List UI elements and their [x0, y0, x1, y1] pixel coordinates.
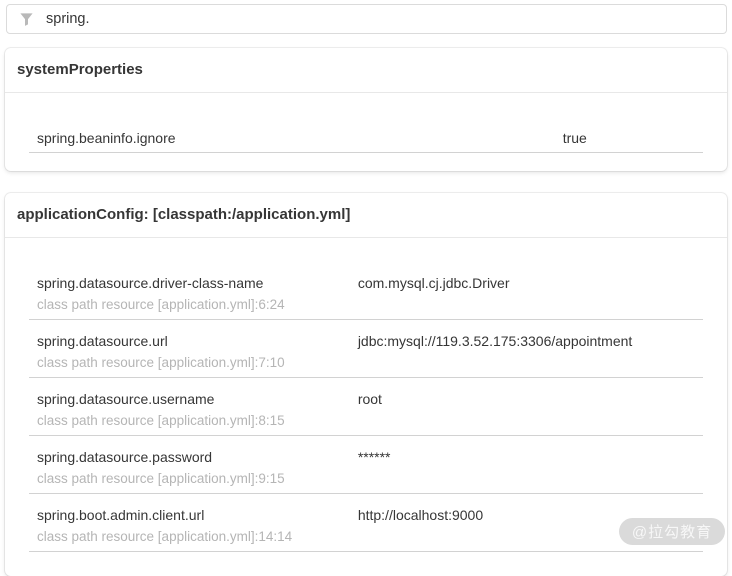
filter-bar [6, 4, 727, 34]
section-title-application-config: applicationConfig: [classpath:/applicati… [5, 193, 727, 238]
property-value: root [350, 378, 703, 436]
environment-page: systemProperties spring.beaninfo.ignore … [0, 4, 732, 576]
filter-input[interactable] [46, 11, 716, 27]
property-name: spring.datasource.driver-class-name [37, 274, 342, 292]
section-content: spring.beaninfo.ignore true [5, 93, 727, 171]
watermark-badge: @拉勾教育 [619, 518, 725, 545]
property-row: spring.boot.admin.client.url class path … [29, 494, 703, 552]
property-name: spring.datasource.password [37, 448, 342, 466]
section-application-config: applicationConfig: [classpath:/applicati… [5, 193, 727, 576]
property-value: true [555, 117, 703, 153]
filter-funnel-icon [19, 12, 34, 27]
property-value: ****** [350, 436, 703, 494]
properties-table: spring.beaninfo.ignore true [29, 117, 703, 153]
property-value: jdbc:mysql://119.3.52.175:3306/appointme… [350, 320, 703, 378]
property-source: class path resource [application.yml]:9:… [37, 470, 342, 488]
property-name: spring.boot.admin.client.url [37, 506, 342, 524]
property-name: spring.beaninfo.ignore [37, 129, 547, 147]
property-row: spring.datasource.driver-class-name clas… [29, 262, 703, 320]
property-row: spring.beaninfo.ignore true [29, 117, 703, 153]
property-source: class path resource [application.yml]:6:… [37, 296, 342, 314]
section-system-properties: systemProperties spring.beaninfo.ignore … [5, 48, 727, 171]
section-title-system-properties: systemProperties [5, 48, 727, 93]
property-name: spring.datasource.url [37, 332, 342, 350]
section-content: spring.datasource.driver-class-name clas… [5, 238, 727, 576]
property-value: com.mysql.cj.jdbc.Driver [350, 262, 703, 320]
property-source: class path resource [application.yml]:8:… [37, 412, 342, 430]
property-row: spring.datasource.username class path re… [29, 378, 703, 436]
property-name: spring.datasource.username [37, 390, 342, 408]
properties-table: spring.datasource.driver-class-name clas… [29, 262, 703, 552]
property-row: spring.datasource.password class path re… [29, 436, 703, 494]
property-source: class path resource [application.yml]:14… [37, 528, 342, 546]
property-source: class path resource [application.yml]:7:… [37, 354, 342, 372]
property-row: spring.datasource.url class path resourc… [29, 320, 703, 378]
